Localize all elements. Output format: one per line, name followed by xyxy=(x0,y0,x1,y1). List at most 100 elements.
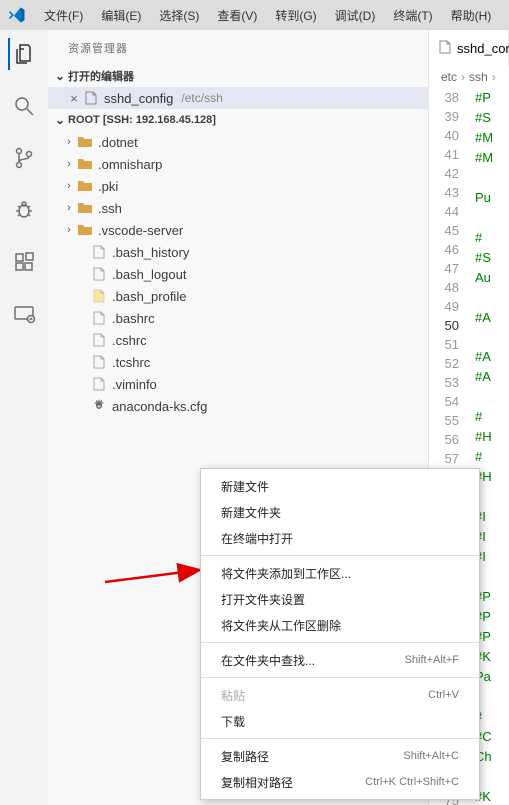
folder-row[interactable]: ›.omnisharp xyxy=(48,153,428,175)
file-name: anaconda-ks.cfg xyxy=(112,399,207,414)
file-row[interactable]: .bash_logout xyxy=(48,263,428,285)
menu-goto[interactable]: 转到(G) xyxy=(267,3,324,28)
open-editor-item[interactable]: × sshd_config /etc/ssh xyxy=(48,87,428,109)
menu-select[interactable]: 选择(S) xyxy=(151,3,207,28)
folder-icon xyxy=(76,221,94,239)
workspace-root-header[interactable]: ⌄ ROOT [SSH: 192.168.45.128] xyxy=(48,109,428,131)
tab-label: sshd_con xyxy=(457,41,509,56)
file-name: .bash_profile xyxy=(112,289,186,304)
activity-debug[interactable] xyxy=(8,194,40,226)
context-menu-item[interactable]: 在终端中打开 xyxy=(201,525,479,551)
chevron-down-icon: ⌄ xyxy=(52,69,68,83)
folder-icon xyxy=(76,199,94,217)
context-menu-item[interactable]: 将文件夹添加到工作区... xyxy=(201,560,479,586)
file-name: .bash_history xyxy=(112,245,189,260)
context-menu-item[interactable]: 新建文件夹 xyxy=(201,499,479,525)
context-menu-item[interactable]: 在文件夹中查找... Shift+Alt+F xyxy=(201,647,479,673)
context-item-label: 在终端中打开 xyxy=(221,530,293,547)
file-name: .viminfo xyxy=(112,377,157,392)
menu-debug[interactable]: 调试(D) xyxy=(327,3,384,28)
file-icon xyxy=(82,89,100,107)
context-menu-item[interactable]: 新建文件 xyxy=(201,473,479,499)
editor-tab[interactable]: sshd_con xyxy=(429,30,509,66)
menu-view[interactable]: 查看(V) xyxy=(209,3,265,28)
activity-source-control[interactable] xyxy=(8,142,40,174)
chevron-down-icon: ⌄ xyxy=(52,113,68,127)
tab-bar: sshd_con xyxy=(429,30,509,66)
chevron-right-icon: › xyxy=(62,180,76,192)
file-icon xyxy=(90,287,108,305)
context-menu-item[interactable]: 复制相对路径Ctrl+K Ctrl+Shift+C xyxy=(201,769,479,795)
breadcrumb-part: etc xyxy=(441,70,457,84)
folder-name: .ssh xyxy=(98,201,122,216)
file-icon xyxy=(439,40,451,57)
context-item-label: 复制路径 xyxy=(221,748,269,765)
menu-file[interactable]: 文件(F) xyxy=(36,3,91,28)
file-row[interactable]: .tcshrc xyxy=(48,351,428,373)
folder-icon xyxy=(76,133,94,151)
chevron-right-icon: › xyxy=(62,158,76,170)
context-separator xyxy=(201,642,479,643)
context-separator xyxy=(201,677,479,678)
menu-terminal[interactable]: 终端(T) xyxy=(385,3,440,28)
bug-icon xyxy=(12,198,36,222)
file-row[interactable]: .viminfo xyxy=(48,373,428,395)
open-editor-filename: sshd_config xyxy=(104,91,173,106)
context-separator xyxy=(201,555,479,556)
folder-row[interactable]: › .ssh xyxy=(48,197,428,219)
activity-bar xyxy=(0,30,48,805)
file-row[interactable]: .bash_profile xyxy=(48,285,428,307)
context-menu-item[interactable]: 复制路径 Shift+Alt+C xyxy=(201,743,479,769)
context-menu: 新建文件新建文件夹在终端中打开将文件夹添加到工作区... 打开文件夹设置将文件夹从… xyxy=(200,468,480,800)
context-item-label: 打开文件夹设置 xyxy=(221,591,305,608)
context-menu-item[interactable]: 下载 xyxy=(201,708,479,734)
context-item-shortcut: Ctrl+K Ctrl+Shift+C xyxy=(365,776,459,788)
file-name: .cshrc xyxy=(112,333,147,348)
folder-row[interactable]: › .pki xyxy=(48,175,428,197)
open-editor-filepath: /etc/ssh xyxy=(181,91,222,105)
file-icon xyxy=(90,331,108,349)
folder-icon xyxy=(76,155,94,173)
file-row[interactable]: .bash_history xyxy=(48,241,428,263)
file-row[interactable]: .cshrc xyxy=(48,329,428,351)
folder-name: .pki xyxy=(98,179,118,194)
activity-extensions[interactable] xyxy=(8,246,40,278)
menu-edit[interactable]: 编辑(E) xyxy=(93,3,149,28)
close-icon[interactable]: × xyxy=(66,91,82,106)
files-icon xyxy=(13,42,37,66)
context-item-shortcut: Ctrl+V xyxy=(428,689,459,701)
menu-help[interactable]: 帮助(H) xyxy=(443,3,500,28)
context-item-label: 下载 xyxy=(221,713,245,730)
context-separator xyxy=(201,738,479,739)
file-icon xyxy=(90,243,108,261)
activity-search[interactable] xyxy=(8,90,40,122)
context-item-label: 将文件夹添加到工作区... xyxy=(221,565,351,582)
remote-icon xyxy=(12,302,36,326)
chevron-right-icon: › xyxy=(492,70,496,84)
folder-row[interactable]: ›.vscode-server xyxy=(48,219,428,241)
file-name: .bashrc xyxy=(112,311,155,326)
context-menu-item: 粘贴 Ctrl+V xyxy=(201,682,479,708)
context-item-label: 在文件夹中查找... xyxy=(221,652,315,669)
context-item-shortcut: Shift+Alt+C xyxy=(403,750,459,762)
context-item-shortcut: Shift+Alt+F xyxy=(405,654,459,666)
context-item-label: 将文件夹从工作区删除 xyxy=(221,617,341,634)
activity-remote[interactable] xyxy=(8,298,40,330)
extensions-icon xyxy=(12,250,36,274)
chevron-right-icon: › xyxy=(62,136,76,148)
context-item-label: 粘贴 xyxy=(221,687,245,704)
breadcrumb[interactable]: etc › ssh › xyxy=(429,66,509,88)
chevron-right-icon: › xyxy=(62,202,76,214)
context-item-label: 新建文件夹 xyxy=(221,504,281,521)
file-row[interactable]: .bashrc xyxy=(48,307,428,329)
context-menu-item[interactable]: 将文件夹从工作区删除 xyxy=(201,612,479,638)
file-icon xyxy=(90,353,108,371)
open-editors-header[interactable]: ⌄ 打开的编辑器 xyxy=(48,65,428,87)
folder-row[interactable]: ›.dotnet xyxy=(48,131,428,153)
file-name: .bash_logout xyxy=(112,267,186,282)
activity-explorer[interactable] xyxy=(8,38,40,70)
file-row[interactable]: anaconda-ks.cfg xyxy=(48,395,428,417)
git-branch-icon xyxy=(12,146,36,170)
folder-icon xyxy=(76,177,94,195)
context-menu-item[interactable]: 打开文件夹设置 xyxy=(201,586,479,612)
